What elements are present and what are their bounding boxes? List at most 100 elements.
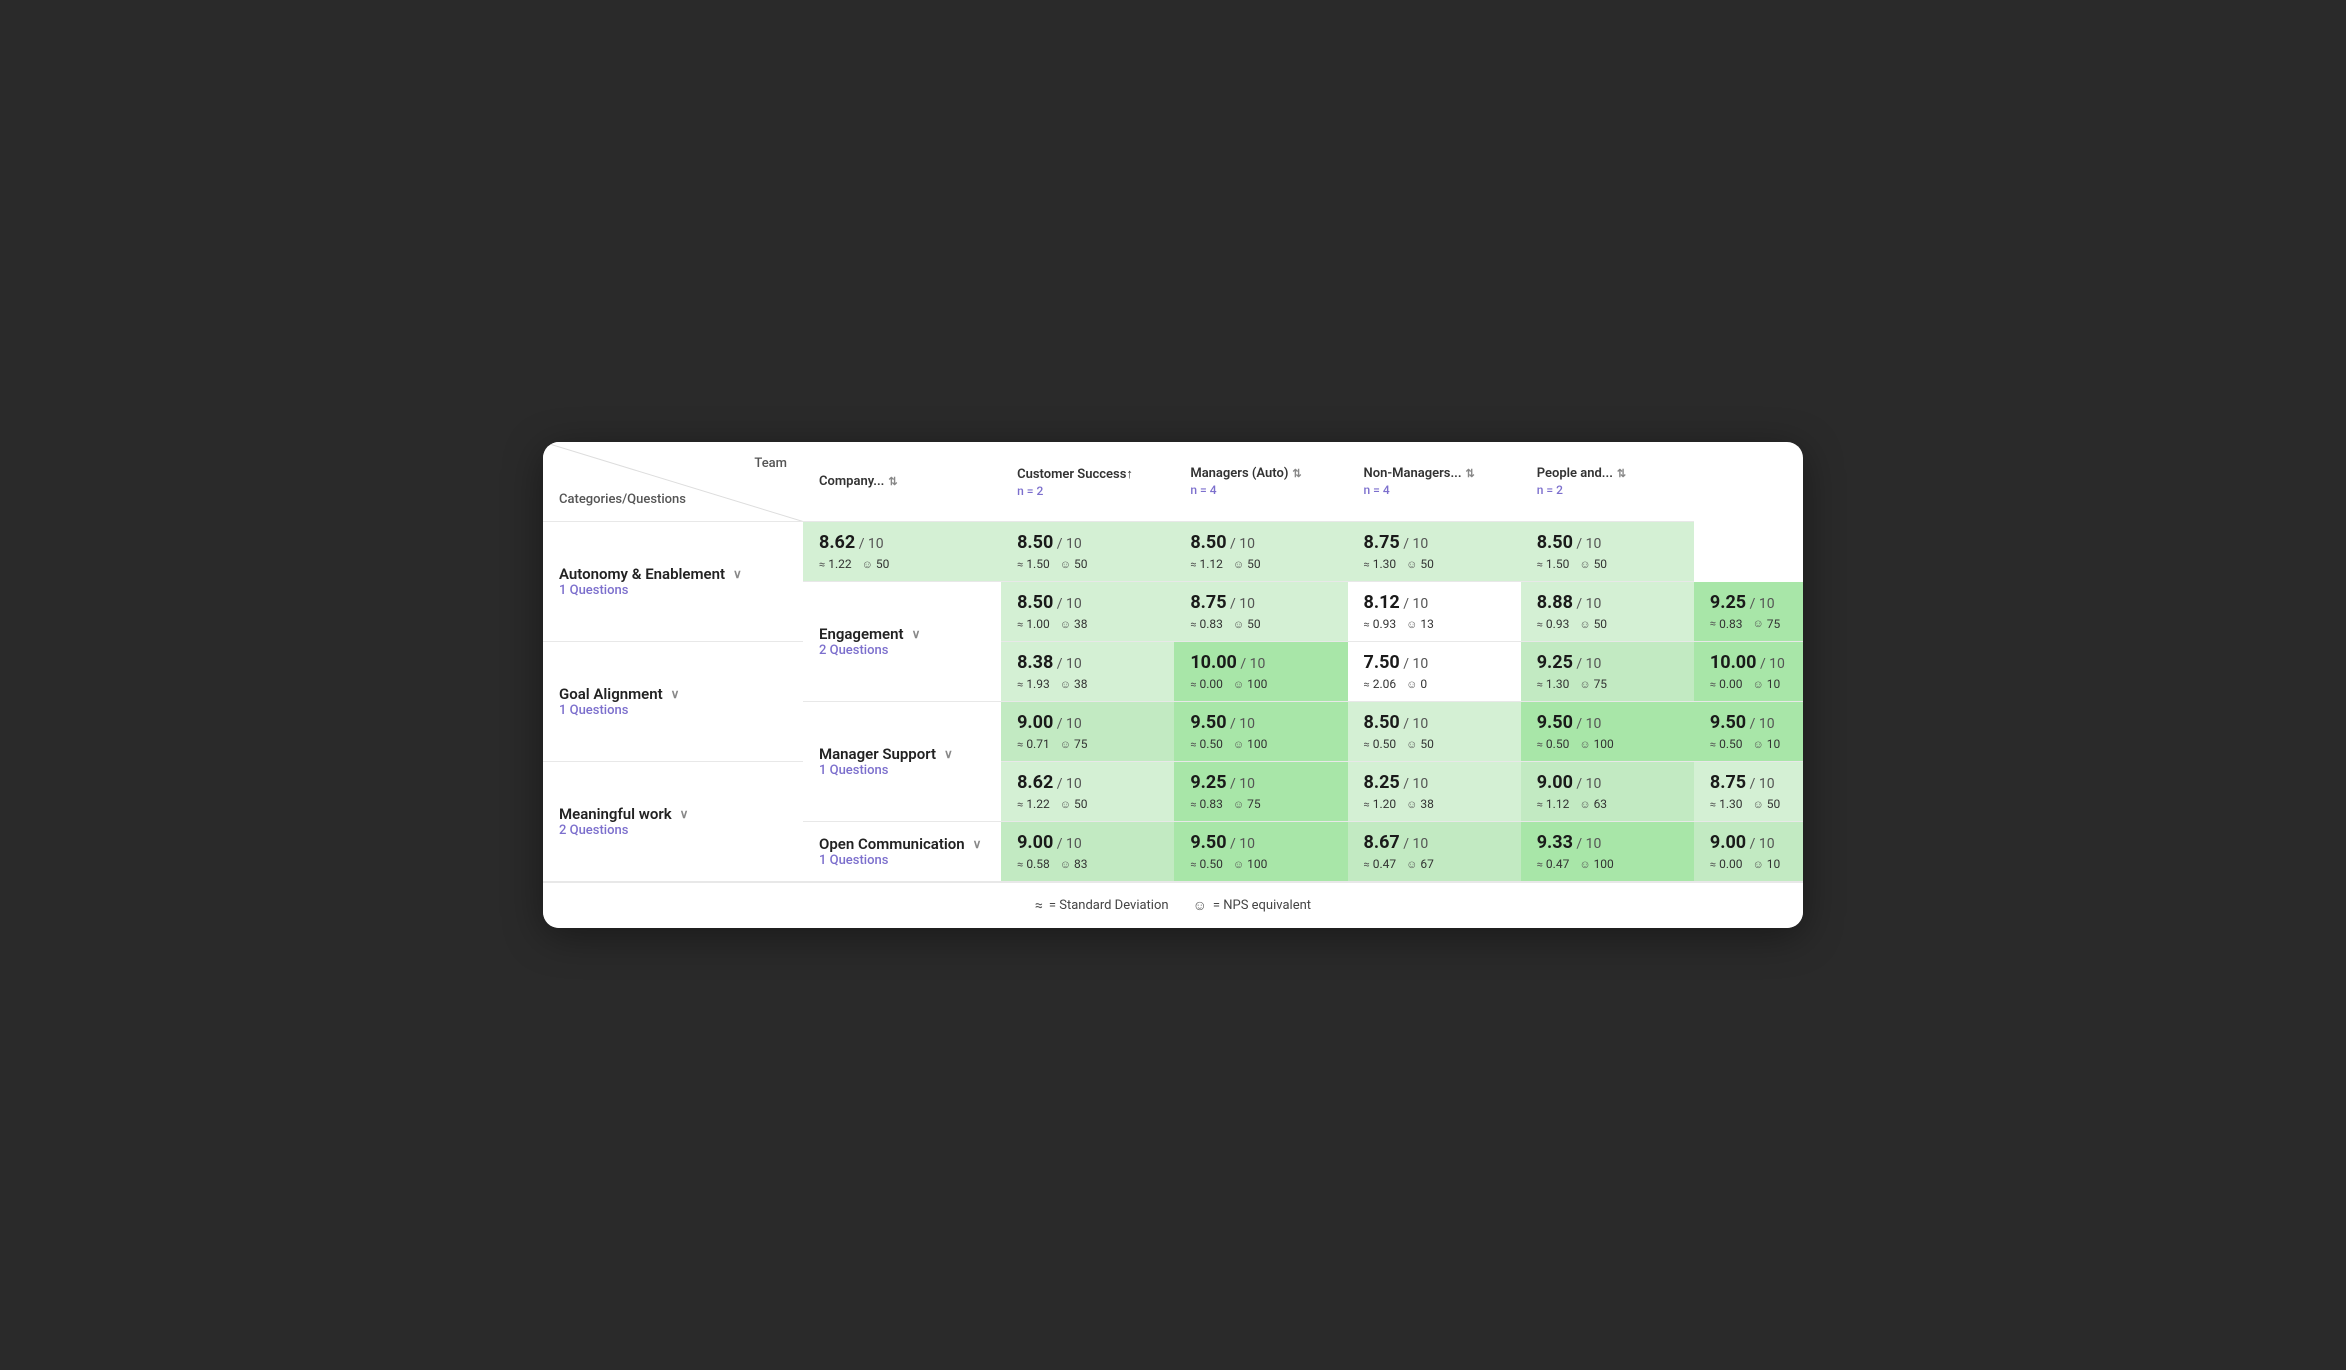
stddev-meta: ≈ 1.00 xyxy=(1017,617,1050,631)
nps-value: 75 xyxy=(1767,617,1781,631)
col-header-managers-auto[interactable]: Managers (Auto) ⇅ n = 4 xyxy=(1174,442,1347,522)
stddev-meta: ≈ 0.93 xyxy=(1364,617,1397,631)
score-denom: / 10 xyxy=(1230,776,1255,792)
nps-meta: ☺ 10 xyxy=(1753,737,1781,751)
category-chevron-icon[interactable]: ∨ xyxy=(680,807,689,821)
category-name: Open Communication ∨ xyxy=(819,835,985,853)
stddev-value: 1.93 xyxy=(1026,677,1049,691)
score-meta: ≈ 0.47 ☺ 100 xyxy=(1537,857,1678,871)
nps-meta-icon: ☺ xyxy=(1406,858,1417,871)
score-value: 10.00 xyxy=(1710,652,1757,673)
score-meta: ≈ 1.22 ☺ 50 xyxy=(1017,797,1158,811)
legend-nps: ☺ = NPS equivalent xyxy=(1193,897,1311,914)
stddev-meta-icon: ≈ xyxy=(1017,558,1023,571)
score-meta: ≈ 0.83 ☺ 75 xyxy=(1190,797,1331,811)
nps-meta: ☺ 10 xyxy=(1753,857,1781,871)
score-display: 9.50 / 10 xyxy=(1537,712,1678,733)
score-denom: / 10 xyxy=(1057,596,1082,612)
category-chevron-icon[interactable]: ∨ xyxy=(671,687,680,701)
nps-meta: ☺ 75 xyxy=(1579,677,1607,691)
category-title: Open Communication xyxy=(819,835,965,853)
score-value: 8.50 xyxy=(1017,592,1053,613)
category-name-cell: Open Communication ∨ 1 Questions xyxy=(803,822,1001,882)
category-name-cell: Manager Support ∨ 1 Questions xyxy=(803,702,1001,822)
score-value: 9.50 xyxy=(1537,712,1573,733)
stddev-value: 0.93 xyxy=(1373,617,1396,631)
nps-meta: ☺ 100 xyxy=(1233,677,1267,691)
stddev-value: 0.83 xyxy=(1200,797,1223,811)
stddev-value: 1.22 xyxy=(1026,797,1049,811)
score-meta: ≈ 0.00 ☺ 10 xyxy=(1710,857,1787,871)
score-meta: ≈ 1.30 ☺ 50 xyxy=(1710,797,1787,811)
score-denom: / 10 xyxy=(1230,836,1255,852)
score-meta: ≈ 1.50 ☺ 50 xyxy=(1017,557,1158,571)
nps-meta: ☺ 50 xyxy=(1753,797,1781,811)
nps-meta-icon: ☺ xyxy=(1753,738,1764,751)
score-meta: ≈ 1.50 ☺ 50 xyxy=(1537,557,1678,571)
col-people-and-sort-icon[interactable]: ⇅ xyxy=(1617,467,1626,480)
data-cell: 9.00 / 10 ≈ 0.58 ☺ 83 xyxy=(1001,822,1174,882)
col-header-company[interactable]: Company... ⇅ xyxy=(803,442,1001,522)
stddev-meta-icon: ≈ xyxy=(1017,618,1023,631)
stddev-value: 0.47 xyxy=(1546,857,1569,871)
stddev-meta-icon: ≈ xyxy=(1364,618,1370,631)
stddev-meta: ≈ 1.12 xyxy=(1537,797,1570,811)
data-cell: 10.00 / 10 ≈ 0.00 ☺ 100 xyxy=(1174,642,1347,702)
col-header-people-and[interactable]: People and... ⇅ n = 2 xyxy=(1521,442,1694,522)
stddev-meta: ≈ 1.12 xyxy=(1190,557,1223,571)
col-header-customer-success[interactable]: Customer Success↑ n = 2 xyxy=(1001,442,1174,522)
nps-meta-icon: ☺ xyxy=(1753,678,1764,691)
score-denom: / 10 xyxy=(1750,836,1775,852)
score-display: 8.75 / 10 xyxy=(1190,592,1331,613)
nps-value: 50 xyxy=(1594,617,1608,631)
score-value: 8.75 xyxy=(1364,532,1400,553)
nps-value: 100 xyxy=(1247,857,1267,871)
category-chevron-icon[interactable]: ∨ xyxy=(944,747,953,761)
stddev-meta-icon: ≈ xyxy=(1364,858,1370,871)
corner-category-label: Categories/Questions xyxy=(559,492,686,507)
nps-meta-icon: ☺ xyxy=(1406,798,1417,811)
nps-meta-icon: ☺ xyxy=(1579,738,1590,751)
col-non-managers-sort-icon[interactable]: ⇅ xyxy=(1466,467,1475,480)
col-header-non-managers[interactable]: Non-Managers... ⇅ n = 4 xyxy=(1348,442,1521,522)
nps-meta: ☺ 13 xyxy=(1406,617,1434,631)
col-managers-auto-sort-icon[interactable]: ⇅ xyxy=(1292,467,1301,480)
col-managers-auto-n: n = 4 xyxy=(1190,483,1331,497)
stddev-value: 2.06 xyxy=(1373,677,1396,691)
score-denom: / 10 xyxy=(1750,596,1775,612)
nps-meta-icon: ☺ xyxy=(1406,558,1417,571)
nps-meta: ☺ 75 xyxy=(1060,737,1088,751)
col-people-and-n: n = 2 xyxy=(1537,483,1678,497)
score-display: 9.00 / 10 xyxy=(1017,832,1158,853)
stddev-meta-icon: ≈ xyxy=(1537,798,1543,811)
score-value: 8.75 xyxy=(1710,772,1746,793)
nps-value: 63 xyxy=(1594,797,1608,811)
score-meta: ≈ 0.93 ☺ 50 xyxy=(1537,617,1678,631)
score-denom: / 10 xyxy=(1403,536,1428,552)
data-cell: 8.50 / 10 ≈ 1.50 ☺ 50 xyxy=(1001,522,1174,582)
main-card: Team Categories/Questions Company... ⇅ C… xyxy=(543,442,1803,929)
score-value: 8.12 xyxy=(1364,592,1400,613)
nps-value: 38 xyxy=(1074,677,1088,691)
nps-meta: ☺ 50 xyxy=(1060,557,1088,571)
category-chevron-icon[interactable]: ∨ xyxy=(912,627,921,641)
nps-meta: ☺ 75 xyxy=(1753,617,1781,631)
score-meta: ≈ 1.00 ☺ 38 xyxy=(1017,617,1158,631)
stddev-meta: ≈ 0.50 xyxy=(1537,737,1570,751)
stddev-meta-icon: ≈ xyxy=(1017,858,1023,871)
category-chevron-icon[interactable]: ∨ xyxy=(973,837,982,851)
legend: ≈ = Standard Deviation ☺ = NPS equivalen… xyxy=(543,882,1803,928)
stddev-meta: ≈ 0.50 xyxy=(1710,737,1743,751)
stddev-meta-icon: ≈ xyxy=(1017,738,1023,751)
nps-meta-icon: ☺ xyxy=(1233,678,1244,691)
category-chevron-icon[interactable]: ∨ xyxy=(733,567,742,581)
score-denom: / 10 xyxy=(1230,596,1255,612)
stddev-meta-icon: ≈ xyxy=(1190,858,1196,871)
col-company-sort-icon[interactable]: ⇅ xyxy=(888,475,897,488)
data-cell: 8.88 / 10 ≈ 0.93 ☺ 50 xyxy=(1521,582,1694,642)
nps-value: 50 xyxy=(1420,737,1434,751)
score-value: 8.38 xyxy=(1017,652,1053,673)
score-meta: ≈ 0.47 ☺ 67 xyxy=(1364,857,1505,871)
nps-meta: ☺ 100 xyxy=(1579,857,1613,871)
nps-meta-icon: ☺ xyxy=(1753,798,1764,811)
